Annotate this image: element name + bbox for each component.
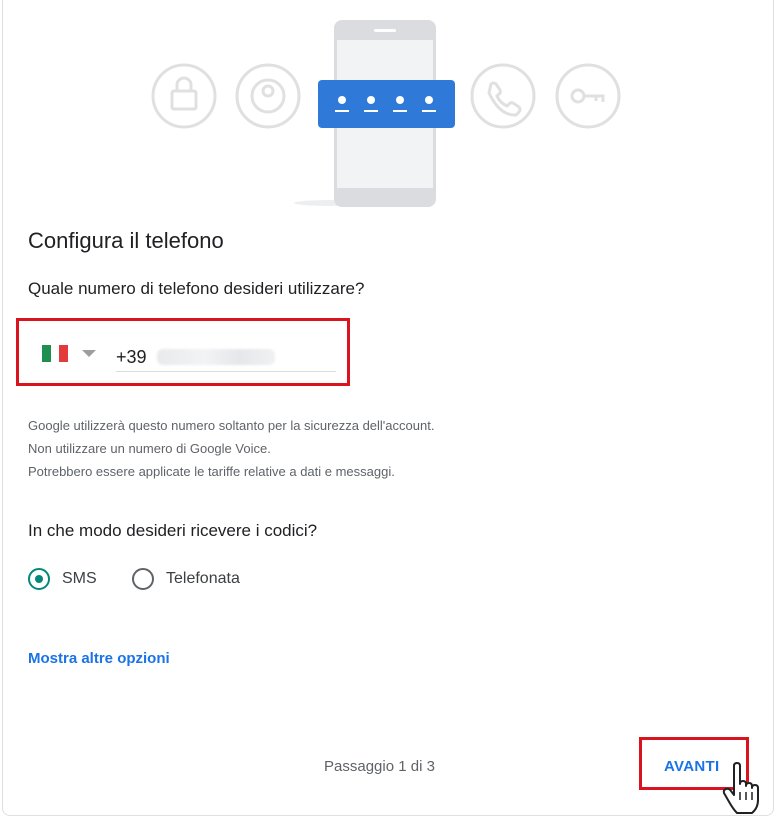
more-options-link[interactable]: Mostra altre opzioni (28, 650, 170, 667)
hand-cursor-icon (722, 762, 759, 814)
phone-question: Quale numero di telefono desideri utiliz… (28, 279, 365, 298)
method-question: In che modo desideri ricevere i codici? (28, 521, 318, 540)
account-icon (235, 63, 301, 129)
call-radio[interactable] (132, 568, 154, 590)
page-title: Configura il telefono (28, 228, 224, 253)
sms-label[interactable]: SMS (62, 570, 97, 588)
country-prefix: +39 (116, 346, 147, 367)
key-icon (555, 63, 621, 129)
chevron-down-icon[interactable] (82, 350, 96, 357)
info-line: Google utilizzerà questo numero soltanto… (28, 418, 435, 433)
phone-number-input[interactable]: +39 (116, 343, 336, 372)
info-text: Google utilizzerà questo numero soltanto… (28, 414, 434, 483)
info-line: Potrebbero essere applicate le tariffe r… (28, 464, 395, 479)
phone-illustration (294, 20, 455, 207)
redacted-number (156, 349, 275, 365)
hero-illustration (151, 20, 621, 207)
italy-flag-icon[interactable] (42, 345, 69, 362)
call-label[interactable]: Telefonata (166, 570, 240, 588)
sms-radio[interactable] (28, 568, 50, 590)
phone-icon (470, 63, 536, 129)
lock-icon (151, 63, 217, 129)
next-button[interactable]: AVANTI (664, 758, 719, 775)
info-line: Non utilizzare un numero di Google Voice… (28, 441, 271, 456)
step-indicator: Passaggio 1 di 3 (324, 758, 435, 775)
